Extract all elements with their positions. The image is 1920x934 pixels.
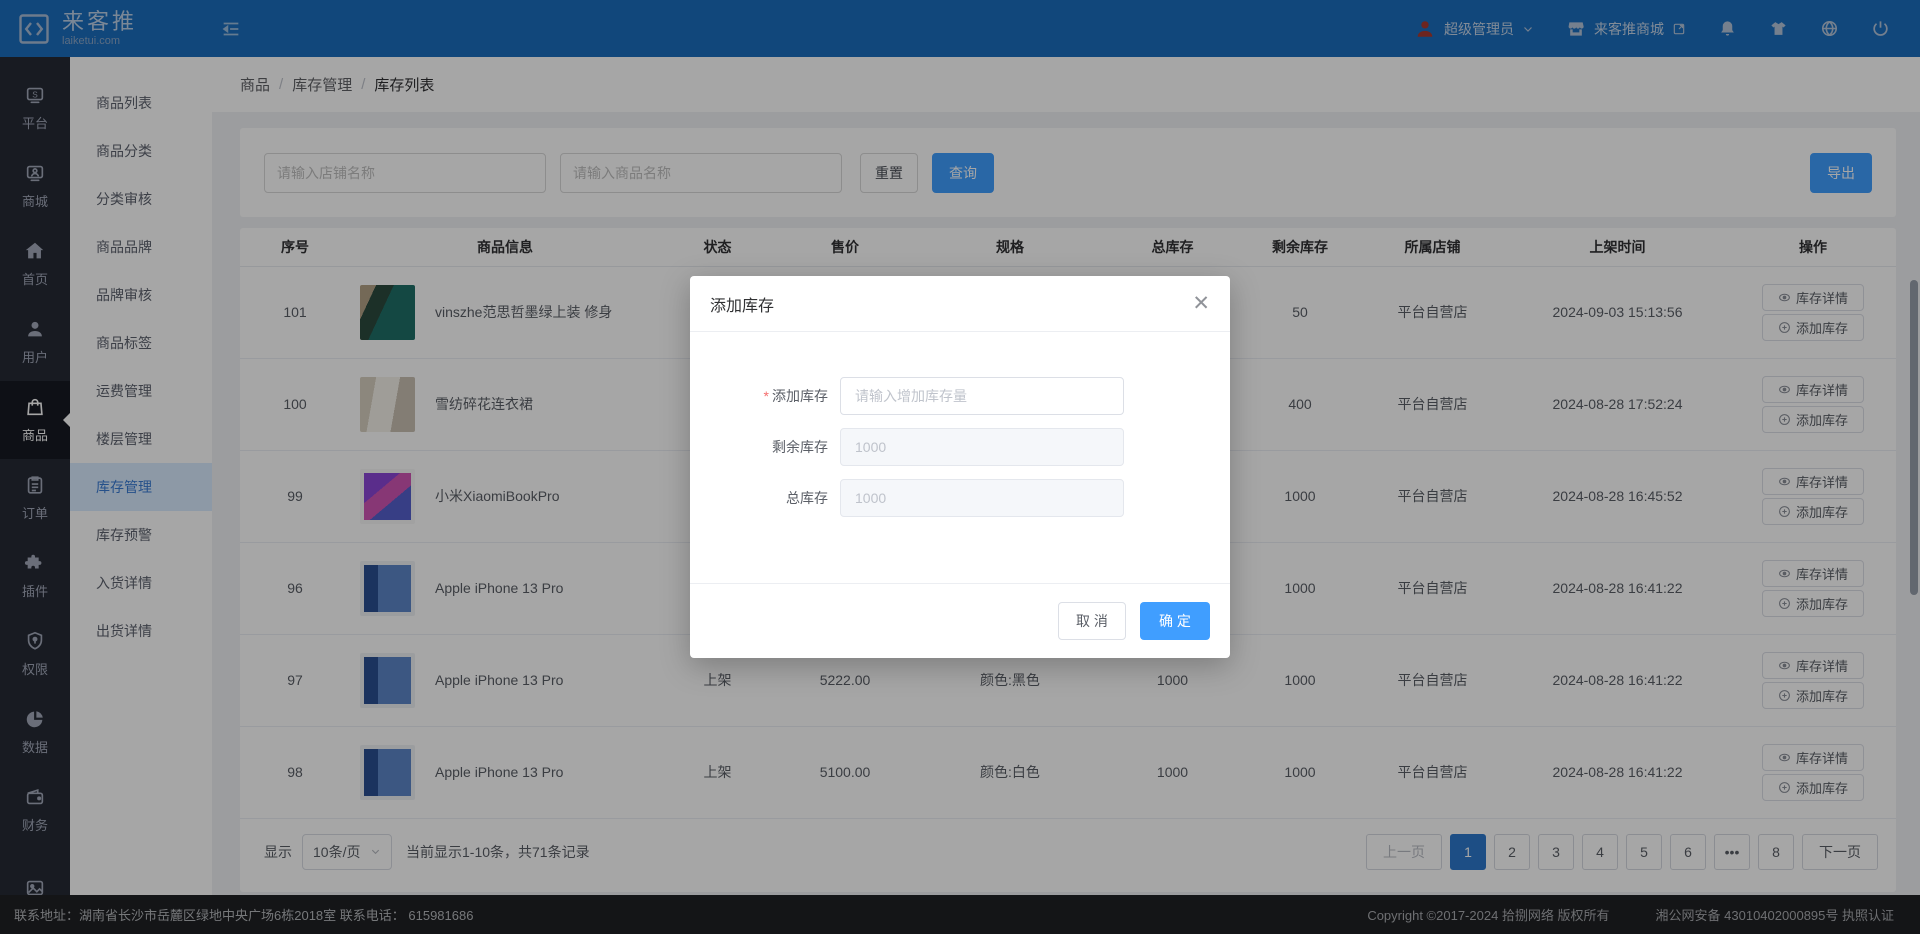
cancel-button[interactable]: 取 消 [1058,602,1126,640]
confirm-button[interactable]: 确 定 [1140,602,1210,640]
required-asterisk: * [764,388,769,404]
scrollbar-thumb[interactable] [1910,280,1918,595]
total-stock-input [840,479,1124,517]
add-inventory-modal: 添加库存 ✕ *添加库存 剩余库存 总库存 取 消 确 定 [690,276,1230,658]
add-stock-input[interactable] [840,377,1124,415]
add-stock-label: *添加库存 [690,386,840,406]
remaining-stock-input [840,428,1124,466]
total-stock-label: 总库存 [690,488,840,508]
modal-title: 添加库存 [710,292,774,316]
close-icon[interactable]: ✕ [1192,293,1210,314]
remaining-stock-label: 剩余库存 [690,437,840,457]
